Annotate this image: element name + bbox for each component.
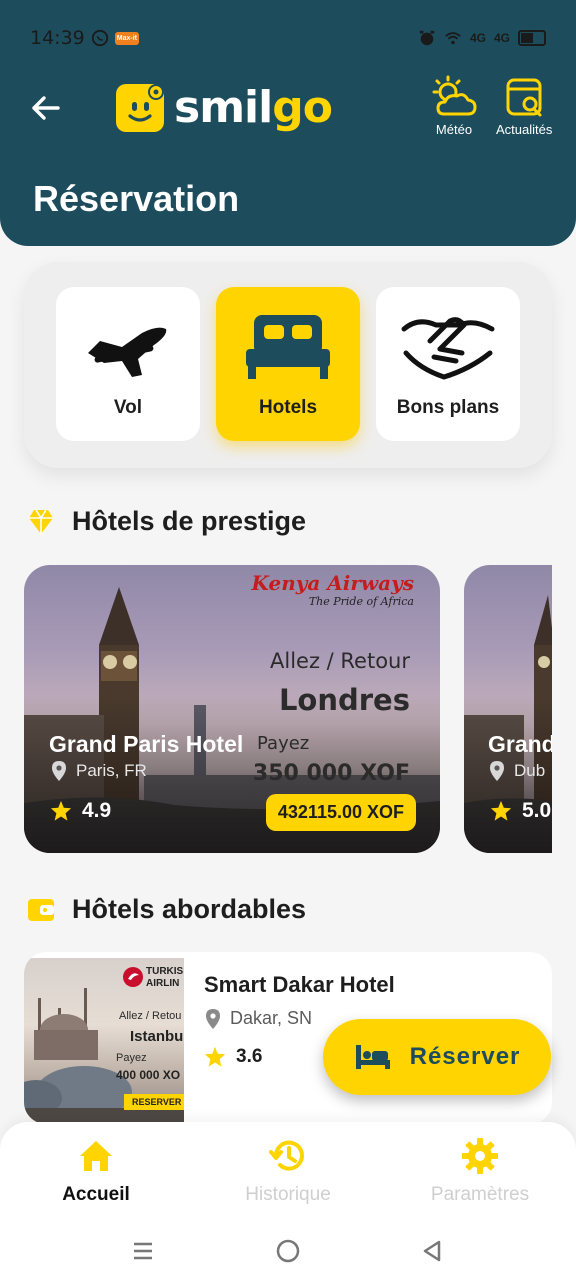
weather-label: Météo <box>435 122 473 137</box>
price-badge: 432115.00 XOF <box>265 794 416 831</box>
system-navigation-bar <box>0 1226 576 1280</box>
weather-button[interactable]: Météo <box>428 74 480 137</box>
wifi-icon <box>445 32 461 45</box>
category-hotels[interactable]: Hotels <box>216 287 360 441</box>
ad-city: Londres <box>278 683 410 717</box>
maxit-app-icon: Max-it <box>114 31 139 45</box>
hotel-rating: 4.9 <box>50 799 111 823</box>
hotel-location: Dub <box>490 761 545 781</box>
category-panel: Vol Hotels Bons plans <box>24 262 552 468</box>
bed-icon <box>355 1045 390 1069</box>
category-label: Bons plans <box>396 397 500 418</box>
location-pin-icon <box>206 1008 220 1029</box>
weather-icon <box>432 75 477 116</box>
signal-4g-1: 4G <box>469 31 486 45</box>
app-header: 14:39 Max-it 4G 4G smilgo Météo Actualit… <box>0 0 576 246</box>
kenya-airways-ad-logo: Kenya Airways The Pride of Africa <box>251 571 414 608</box>
hotel-photo: TURKIS AIRLIN Allez / Retou Istanbu Paye… <box>24 958 184 1124</box>
smilgo-logo: smilgo <box>116 82 333 133</box>
turkish-airlines-logo <box>123 967 143 987</box>
ad-pay-label: Payez <box>257 733 310 754</box>
prestige-section-title: Hôtels de prestige <box>26 506 306 537</box>
whatsapp-icon <box>91 29 108 47</box>
handshake-icon <box>401 317 495 380</box>
hotel-name: Grand Paris Hotel <box>49 731 244 757</box>
history-icon <box>269 1140 304 1171</box>
diamond-icon <box>29 509 53 534</box>
status-time: 14:39 <box>30 27 85 49</box>
page-title: Réservation <box>33 178 240 219</box>
signal-4g-2: 4G <box>493 31 510 45</box>
nav-parametres[interactable]: Paramètres <box>400 1136 560 1206</box>
home-icon <box>80 1141 112 1171</box>
star-icon <box>204 1046 226 1067</box>
category-label: Hotels <box>258 397 318 418</box>
gear-icon <box>462 1138 498 1174</box>
star-icon <box>490 800 512 821</box>
category-vol[interactable]: Vol <box>56 287 200 441</box>
hotel-rating: 5.0 <box>490 799 551 823</box>
logo-face-icon <box>116 83 164 132</box>
prestige-hotel-card[interactable]: Kenya Airways The Pride of Africa Allez … <box>24 565 440 853</box>
alarm-icon <box>419 30 435 46</box>
logo-wordmark: smilgo <box>174 82 333 133</box>
news-label: Actualités <box>496 122 553 137</box>
ad-amount: 350 000 XOF <box>252 761 410 786</box>
back-arrow-icon[interactable] <box>28 90 64 126</box>
plane-icon <box>88 327 167 377</box>
battery-icon <box>518 30 546 46</box>
hotel-location: Dakar, SN <box>206 1008 312 1029</box>
hotel-name: Grand <box>488 731 552 757</box>
recent-apps-icon[interactable] <box>128 1236 158 1266</box>
nav-historique[interactable]: Historique <box>208 1136 368 1206</box>
reserve-button[interactable]: Réserver <box>323 1019 551 1095</box>
status-bar: 14:39 Max-it 4G 4G <box>30 24 546 52</box>
hotel-location: Paris, FR <box>52 761 147 781</box>
hotel-rating: 3.6 <box>204 1046 262 1068</box>
bottom-navigation: Accueil Historique Paramètres <box>0 1122 576 1226</box>
location-pin-icon <box>490 761 504 781</box>
ad-route: Allez / Retour <box>270 649 410 673</box>
prestige-hotel-card-partial[interactable]: Grand Dub 5.0 <box>464 565 552 853</box>
star-icon <box>50 800 72 821</box>
news-button[interactable]: Actualités <box>496 74 552 137</box>
location-pin-icon <box>52 761 66 781</box>
category-label: Vol <box>113 397 143 418</box>
wallet-icon <box>28 898 54 921</box>
affordable-section-title: Hôtels abordables <box>26 894 306 925</box>
bed-icon <box>246 315 330 379</box>
home-circle-icon[interactable] <box>273 1236 303 1266</box>
nav-accueil[interactable]: Accueil <box>16 1136 176 1206</box>
news-icon <box>506 78 542 117</box>
hotel-name: Smart Dakar Hotel <box>204 972 395 997</box>
back-triangle-icon[interactable] <box>417 1236 447 1266</box>
category-bons-plans[interactable]: Bons plans <box>376 287 520 441</box>
